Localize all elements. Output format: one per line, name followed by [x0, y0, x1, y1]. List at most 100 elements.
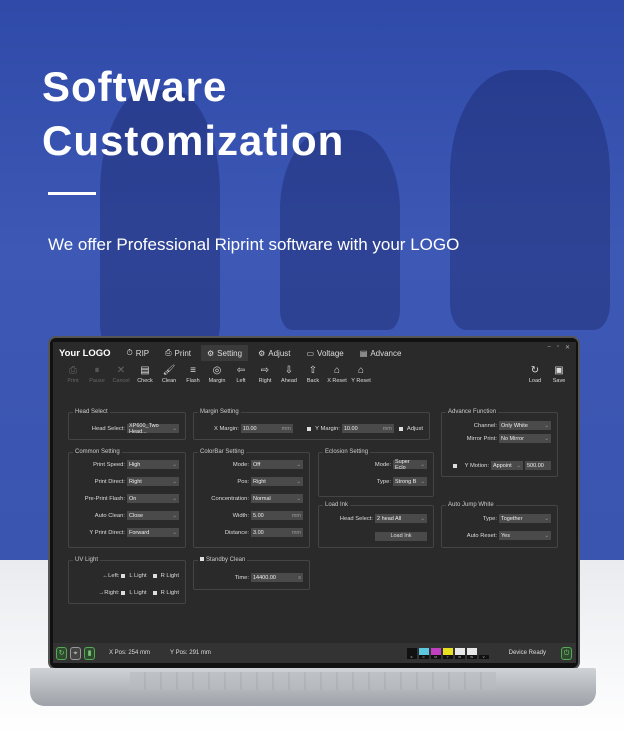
toolbar-label: Left — [236, 378, 246, 384]
toolbar-label: Back — [306, 378, 320, 384]
adjust-checkbox[interactable] — [398, 426, 403, 431]
mirror-print-select[interactable]: No Mirror ⌄ — [499, 434, 551, 443]
toolbar-label: Save — [552, 378, 566, 384]
advance-icon: ▤ — [359, 348, 368, 358]
auto-clean-select[interactable]: Close ⌄ — [127, 511, 179, 520]
y-motion-value-input[interactable]: 500.00 — [525, 461, 551, 470]
y-reset-button[interactable]: ⌂ Y Reset — [349, 364, 373, 396]
tab-rip[interactable]: ⏱ RIP — [121, 345, 156, 361]
back-button[interactable]: ⇧ Back — [301, 364, 325, 396]
panel-title: Auto Jump White — [446, 502, 496, 508]
value: Right — [253, 478, 266, 485]
ahead-button[interactable]: ⇩ Ahead — [277, 364, 301, 396]
toolbar-label: Flash — [186, 378, 200, 384]
toolbar-label: Ahead — [281, 378, 297, 384]
print-speed-select[interactable]: High ⌄ — [127, 460, 179, 469]
ink-label: W — [454, 654, 465, 659]
print-button[interactable]: ⎙ Print — [61, 364, 85, 396]
pre-print-flash-select[interactable]: On ⌄ — [127, 494, 179, 503]
tab-label: RIP — [135, 348, 150, 358]
auto-reset-select[interactable]: Yes ⌄ — [499, 531, 551, 540]
panel-title: Head Select — [73, 409, 110, 415]
uv-right-l-checkbox[interactable] — [121, 591, 126, 595]
pos-select[interactable]: Right ⌄ — [251, 477, 303, 486]
setting-label: Type: — [376, 478, 391, 485]
tab-advance[interactable]: ▤ Advance — [354, 345, 408, 361]
ink-swatch — [478, 647, 489, 655]
x-position: X Pos: 254 mm — [109, 650, 151, 656]
check-button[interactable]: ▤ Check — [133, 364, 157, 396]
uv-left-l-checkbox[interactable] — [121, 574, 126, 578]
panel-title: Load Ink — [323, 502, 351, 508]
unit-label: mm — [291, 512, 301, 519]
y-print-direct-select[interactable]: Forward ⌄ — [127, 528, 179, 537]
tab-setting[interactable]: ⚙ Setting — [201, 345, 249, 361]
ink-level-m: M — [430, 647, 441, 659]
ink-icon[interactable]: ▮ — [84, 646, 95, 660]
standby-time-input[interactable]: 14400.00 s — [251, 573, 303, 582]
y-motion-mode-select[interactable]: Appoint ⌄ — [491, 461, 523, 470]
maximize-button[interactable]: ▫ — [557, 344, 559, 351]
load-button[interactable]: ↻ Load — [523, 364, 547, 384]
head-select-select[interactable]: 2 head All ⌄ — [375, 514, 427, 523]
tab-print[interactable]: ⎙ Print — [159, 345, 197, 361]
value: 3.00 — [253, 529, 264, 536]
width-input[interactable]: 5.00 mm — [251, 511, 303, 520]
uv-left-label: ←Left: — [102, 573, 120, 579]
power-icon[interactable]: ⏻ — [561, 646, 572, 660]
back-icon: ⇧ — [308, 365, 318, 376]
flash-button[interactable]: ≡ Flash — [181, 364, 205, 396]
close-button[interactable]: ✕ — [565, 344, 570, 351]
head-select-select[interactable]: XP600_Two Head... ⌄ — [127, 423, 179, 435]
refresh-icon[interactable]: ↻ — [56, 646, 67, 660]
value: Right — [129, 478, 142, 485]
margin-button[interactable]: ◎ Margin — [205, 364, 229, 396]
x-margin-input[interactable]: 10.00 mm — [240, 424, 293, 433]
print-direct-select[interactable]: Right ⌄ — [127, 477, 179, 486]
setting-row: Print Speed: High ⌄ — [93, 460, 179, 469]
pause-button[interactable]: ⏸ Pause — [85, 364, 109, 396]
home-icon[interactable]: ⌖ — [70, 646, 81, 660]
panel-uv-light: UV Light ←Left: L Light R Light →Right: L L… — [68, 557, 186, 604]
load-ink-button[interactable]: Load Ink — [375, 532, 427, 541]
margin-icon: ◎ — [212, 365, 222, 376]
uv-left-r-checkbox[interactable] — [152, 574, 157, 578]
standby-clean-checkbox[interactable]: Standby Clean — [198, 557, 248, 563]
value: Forward — [129, 529, 150, 536]
print-icon: ⎙ — [165, 348, 172, 357]
minimize-button[interactable]: – — [547, 344, 550, 351]
chevron-down-icon: ⌄ — [296, 495, 301, 502]
y-margin-input[interactable]: 10.00 mm — [341, 424, 394, 433]
tab-adjust[interactable]: ⚙ Adjust — [252, 345, 296, 361]
setting-row: Mode: Off ⌄ — [233, 460, 303, 469]
type-select[interactable]: Together ⌄ — [499, 514, 551, 523]
y-margin-checkbox[interactable] — [307, 426, 312, 431]
save-button[interactable]: ▣ Save — [547, 364, 571, 384]
mode-select[interactable]: Off ⌄ — [251, 460, 303, 469]
chevron-down-icon: ⌄ — [172, 478, 177, 485]
x-reset-button[interactable]: ⌂ X Reset — [325, 364, 349, 396]
type-select[interactable]: Strong B ⌄ — [393, 477, 427, 486]
setting-label: Pos: — [237, 478, 249, 485]
setting-row: Pos: Right ⌄ — [237, 477, 303, 486]
value: Super Eclo — [395, 458, 410, 471]
uv-right-r-checkbox[interactable] — [152, 591, 157, 595]
left-button[interactable]: ⇦ Left — [229, 364, 253, 396]
toolbar-label: Margin — [208, 378, 226, 384]
tab-label: Advance — [370, 348, 402, 358]
channel-select[interactable]: Only White ⌄ — [499, 421, 551, 430]
right-button[interactable]: ⇨ Right — [253, 364, 277, 396]
chevron-down-icon: ⌄ — [172, 529, 177, 536]
setting-label: Head Select: — [91, 425, 125, 432]
setting-row: Mode: Super Eclo ⌄ — [375, 458, 427, 471]
distance-input[interactable]: 3.00 mm — [251, 528, 303, 537]
tab-voltage[interactable]: ▭ Voltage — [300, 345, 349, 361]
mode-select[interactable]: Super Eclo ⌄ — [393, 458, 427, 471]
y-motion-checkbox[interactable] — [452, 463, 457, 468]
panel-standby-clean: Standby Clean Time: 14400.00 s — [193, 557, 310, 590]
cancel-button[interactable]: ✕ Cancel — [109, 364, 133, 396]
panel-title: UV Light — [73, 557, 101, 563]
clean-button[interactable]: 🖌 Clean — [157, 364, 181, 396]
concentration-select[interactable]: Normal ⌄ — [251, 494, 303, 503]
unit-label: mm — [291, 529, 301, 536]
